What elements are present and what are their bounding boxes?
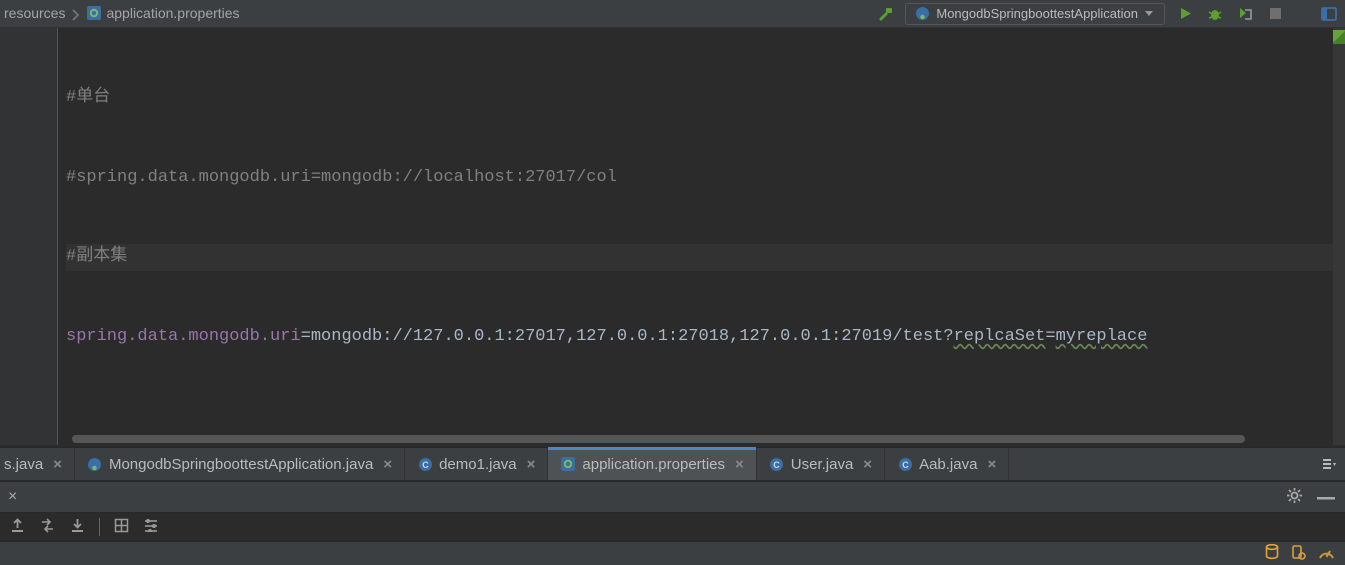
editor-area: #单台 #spring.data.mongodb.uri=mongodb://l… (0, 28, 1345, 445)
export-up-icon[interactable] (10, 518, 25, 536)
tab-mongodb-app[interactable]: MongodbSpringboottestApplication.java × (75, 448, 405, 480)
run-with-coverage-icon[interactable] (1235, 6, 1255, 22)
dropdown-triangle-icon (1144, 6, 1154, 21)
toolbar-right: MongodbSpringboottestApplication (875, 3, 1339, 25)
properties-file-icon (560, 456, 576, 472)
prop-val: mongodb://127.0.0.1:27017,127.0.0.1:2701… (311, 324, 954, 350)
editor-analysis-stripe[interactable] (1333, 28, 1345, 445)
sliders-icon[interactable] (143, 518, 159, 535)
breadcrumb-label: resources (4, 5, 65, 21)
svg-text:C: C (422, 460, 429, 470)
run-config-selector[interactable]: MongodbSpringboottestApplication (905, 3, 1165, 25)
svg-text:C: C (902, 460, 909, 470)
close-icon[interactable]: × (987, 456, 996, 473)
spring-boot-icon (87, 456, 103, 472)
tab-label: MongodbSpringboottestApplication.java (109, 456, 373, 473)
code-line: #副本集 (66, 244, 127, 270)
prop-key: spring.data.mongodb.uri (66, 324, 301, 350)
code-line: spring.data.mongodb.uri=mongodb://127.0.… (66, 324, 1337, 351)
eq-sign: = (1045, 324, 1055, 350)
breadcrumb-file[interactable]: application.properties (82, 5, 243, 21)
layout-settings-icon[interactable] (1319, 6, 1339, 22)
tab-application-properties[interactable]: application.properties × (548, 448, 756, 480)
java-class-icon: C (897, 456, 913, 472)
debug-bug-icon[interactable] (1205, 6, 1225, 22)
breadcrumb-sep-icon (71, 5, 80, 21)
editor-tabs: s.java × MongodbSpringboottestApplicatio… (0, 447, 1345, 481)
prop-val-typo: myreplace (1056, 324, 1148, 350)
tab-label: Aab.java (919, 456, 977, 473)
tabs-overflow-icon[interactable] (1313, 448, 1345, 480)
gear-icon[interactable] (1286, 487, 1303, 507)
properties-file-icon (86, 5, 102, 21)
eq-sign: = (301, 324, 311, 350)
tab-label: User.java (791, 456, 854, 473)
separator (99, 518, 100, 536)
tab-label: demo1.java (439, 456, 517, 473)
close-icon[interactable]: × (383, 456, 392, 473)
prop-val-typo: replcaSet (954, 324, 1046, 350)
tool-window-body (0, 513, 1345, 541)
import-down-icon[interactable] (70, 518, 85, 536)
java-class-icon: C (769, 456, 785, 472)
run-config-label: MongodbSpringboottestApplication (936, 6, 1138, 21)
close-icon[interactable]: × (863, 456, 872, 473)
database-icon[interactable] (1265, 544, 1279, 563)
close-icon[interactable]: × (735, 456, 744, 473)
java-class-icon: C (417, 456, 433, 472)
svg-text:C: C (774, 460, 781, 470)
tab-label: application.properties (582, 456, 725, 473)
close-icon[interactable]: × (53, 456, 62, 473)
breadcrumb: resources application.properties (6, 5, 244, 21)
code-editor[interactable]: #单台 #spring.data.mongodb.uri=mongodb://l… (58, 28, 1345, 445)
close-icon[interactable]: × (8, 488, 17, 506)
stop-icon[interactable] (1265, 7, 1285, 20)
hide-tool-window-icon[interactable] (1315, 490, 1337, 505)
top-toolbar: resources application.properties Mongodb… (0, 0, 1345, 28)
horizontal-scrollbar[interactable] (58, 433, 1333, 445)
swap-icon[interactable] (39, 518, 56, 536)
close-icon[interactable]: × (527, 456, 536, 473)
tab-user[interactable]: C User.java × (757, 448, 885, 480)
memory-indicator-icon[interactable] (1318, 545, 1335, 563)
status-bar (0, 541, 1345, 565)
tab-label: s.java (4, 456, 43, 473)
tool-window-header: × (0, 481, 1345, 513)
breadcrumb-folder-resources[interactable]: resources (0, 5, 69, 21)
scrollbar-thumb[interactable] (72, 435, 1245, 443)
breadcrumb-file-label: application.properties (106, 5, 239, 21)
editor-gutter[interactable] (0, 28, 58, 445)
tab-partial-java[interactable]: s.java × (0, 448, 75, 480)
tab-demo1[interactable]: C demo1.java × (405, 448, 548, 480)
code-line: #spring.data.mongodb.uri=mongodb://local… (66, 165, 617, 191)
build-hammer-icon[interactable] (875, 5, 895, 23)
inspection-icon[interactable] (1291, 544, 1306, 563)
code-line: #单台 (66, 85, 110, 111)
spring-boot-icon (914, 6, 930, 22)
tab-aab[interactable]: C Aab.java × (885, 448, 1009, 480)
analysis-ok-marker-icon (1333, 30, 1345, 44)
grid-icon[interactable] (114, 518, 129, 536)
run-play-icon[interactable] (1175, 6, 1195, 21)
